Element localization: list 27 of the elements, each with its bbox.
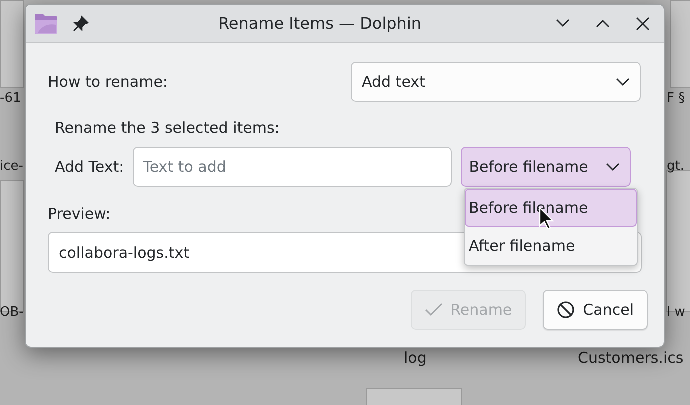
chevron-down-icon [556,19,570,28]
section-label: Rename the 3 selected items: [55,119,280,137]
file-name[interactable]: l w [667,305,686,320]
file-name[interactable]: OB- [0,305,24,320]
field-label: Add Text: [55,158,124,176]
file-name[interactable]: ice- [0,159,24,174]
chevron-down-icon [616,78,630,86]
rename-mode-dropdown[interactable]: Add text [351,62,641,102]
position-dropdown[interactable]: Before filename [461,147,632,187]
cancel-button[interactable]: Cancel [543,290,648,330]
window-title: Rename Items — Dolphin [217,14,423,33]
text-input-field[interactable]: Text to add [133,147,452,187]
file-name[interactable]: gt. [667,159,684,174]
cancel-icon [557,301,576,319]
chevron-down-icon [606,162,620,172]
field-label: Preview: [48,205,111,223]
field-label: How to rename: [48,73,168,91]
file-name[interactable]: Customers.ics [578,349,684,367]
close-icon [636,16,650,30]
chevron-up-icon [596,19,610,28]
file-name[interactable]: F § [667,91,686,106]
folder-icon [34,12,58,34]
pin-icon[interactable] [72,14,90,32]
checkmark-icon [424,303,443,317]
file-name[interactable]: -61 [0,91,22,106]
menu-item[interactable]: Before filename [465,189,637,227]
file-name[interactable]: log [404,349,427,367]
